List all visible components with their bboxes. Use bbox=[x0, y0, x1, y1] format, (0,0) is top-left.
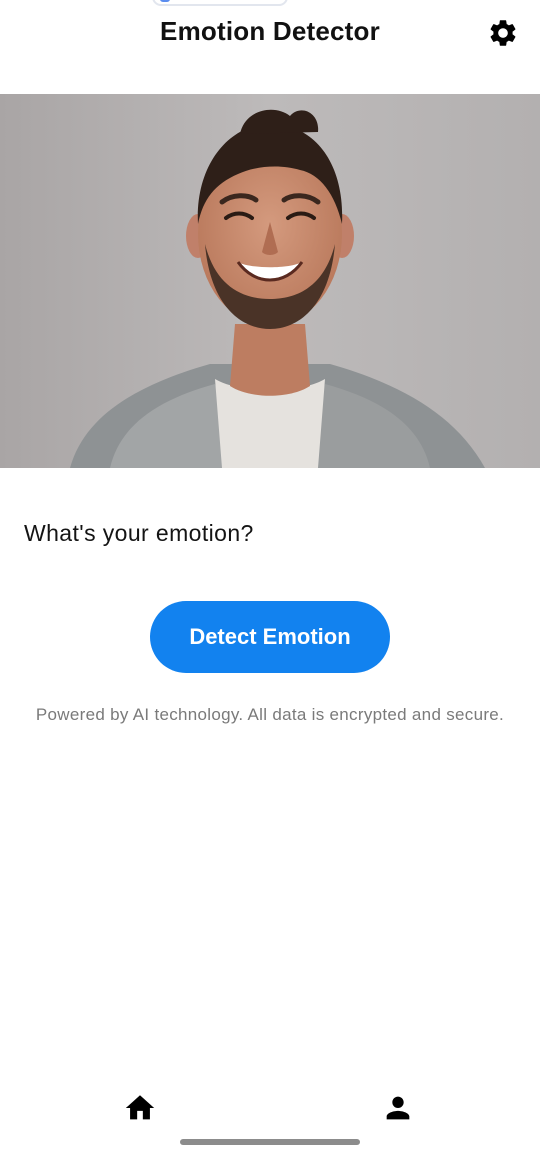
portrait-photo bbox=[0, 94, 540, 468]
page-title: Emotion Detector bbox=[160, 16, 380, 46]
app-screen: Emotion Detector What's your emotion? De… bbox=[0, 0, 540, 1156]
settings-button[interactable] bbox=[484, 14, 522, 52]
privacy-note: Powered by AI technology. All data is en… bbox=[35, 705, 505, 724]
person-icon bbox=[386, 1096, 410, 1120]
gear-icon bbox=[490, 20, 516, 46]
portrait-illustration bbox=[0, 94, 540, 468]
detect-emotion-button[interactable]: Detect Emotion bbox=[150, 601, 390, 673]
nav-profile-button[interactable] bbox=[380, 1091, 416, 1125]
nav-home-button[interactable] bbox=[122, 1091, 158, 1125]
status-dot bbox=[160, 0, 170, 2]
home-indicator-bar[interactable] bbox=[180, 1139, 360, 1145]
status-pill bbox=[152, 0, 288, 6]
emotion-prompt: What's your emotion? bbox=[24, 520, 254, 546]
home-icon bbox=[125, 1095, 155, 1120]
